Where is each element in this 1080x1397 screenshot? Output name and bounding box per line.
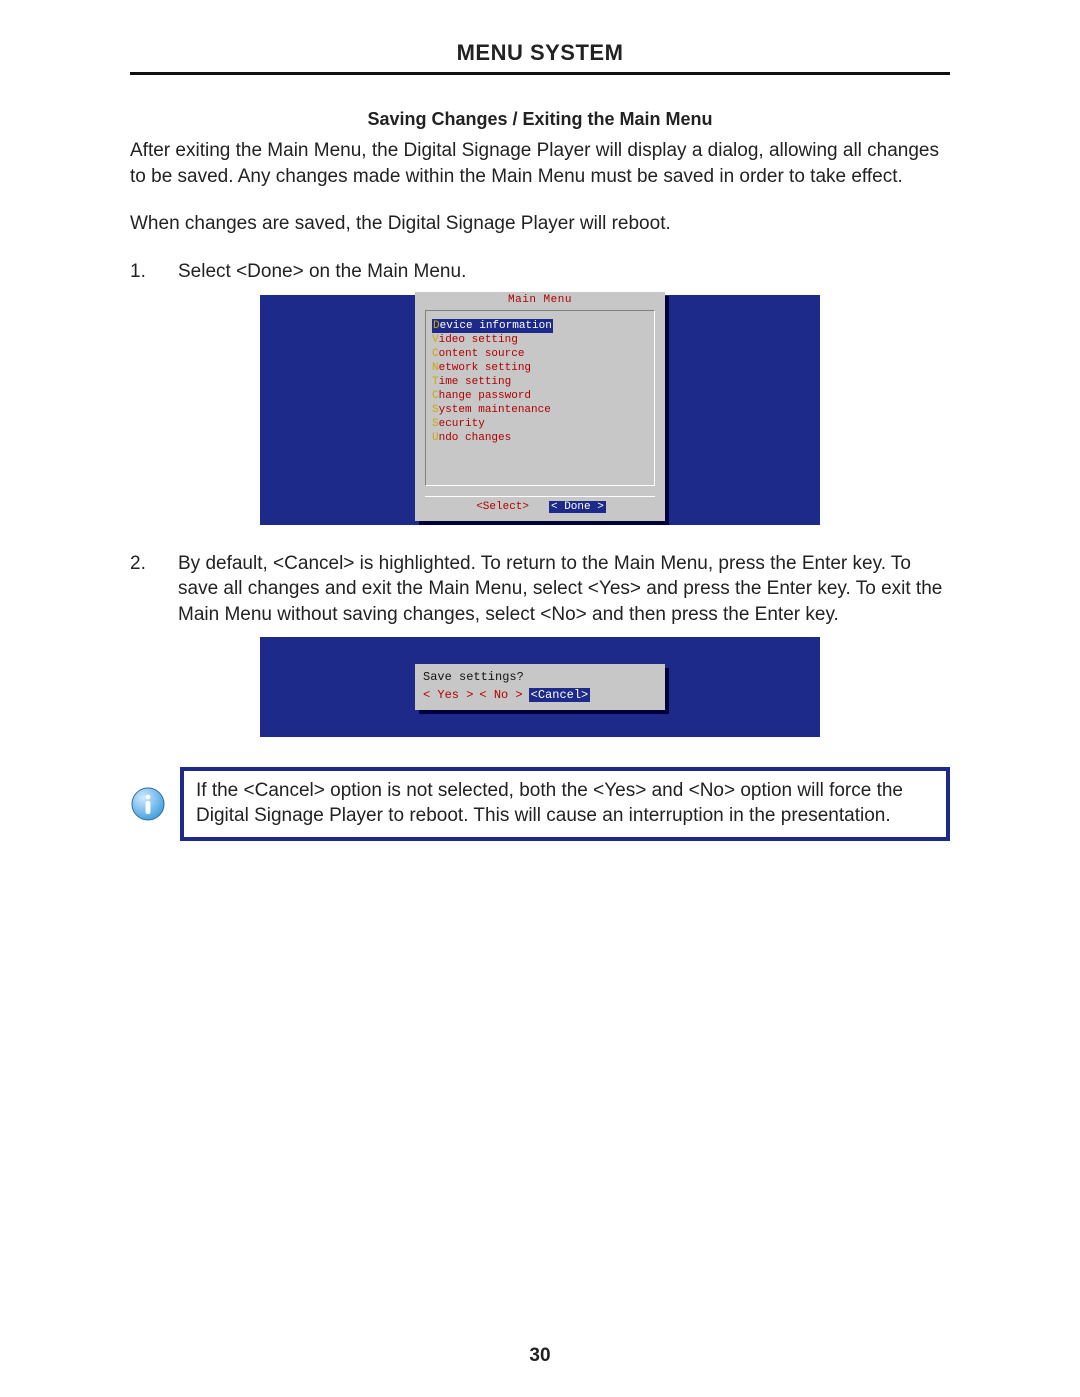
intro-paragraph-1: After exiting the Main Menu, the Digital… [130,138,950,189]
main-menu-list: Device information Video setting Content… [425,310,655,486]
cancel-button[interactable]: <Cancel> [529,688,591,702]
no-button[interactable]: < No > [479,688,522,702]
yes-button[interactable]: < Yes > [423,688,473,702]
step-2: 2. By default, <Cancel> is highlighted. … [130,551,950,628]
info-icon [130,786,166,822]
select-button[interactable]: <Select> [474,501,531,513]
document-page: MENU SYSTEM Saving Changes / Exiting the… [0,0,1080,1397]
info-callout: If the <Cancel> option is not selected, … [130,767,950,840]
done-button[interactable]: < Done > [549,501,606,513]
menu-item-undo-changes[interactable]: Undo changes [432,431,648,445]
menu-item-network-setting[interactable]: Network setting [432,361,648,375]
menu-item-device-information[interactable]: Device information [432,319,553,333]
intro-paragraph-2: When changes are saved, the Digital Sign… [130,211,950,237]
menu-item-video-setting[interactable]: Video setting [432,333,648,347]
step-2-number: 2. [130,551,154,628]
step-1-number: 1. [130,259,154,285]
menu-item-time-setting[interactable]: Time setting [432,375,648,389]
section-title: Saving Changes / Exiting the Main Menu [130,109,950,130]
save-dialog-screenshot: Save settings? < Yes > < No > <Cancel> [130,637,950,737]
menu-item-content-source[interactable]: Content source [432,347,648,361]
step-1-text: Select <Done> on the Main Menu. [178,259,466,285]
main-menu-title: Main Menu [415,292,665,308]
header-rule [130,72,950,75]
menu-item-system-maintenance[interactable]: System maintenance [432,403,648,417]
save-dialog-window: Save settings? < Yes > < No > <Cancel> [415,664,665,710]
page-number: 30 [0,1345,1080,1367]
page-header-title: MENU SYSTEM [130,40,950,72]
main-menu-window: Main Menu Device information Video setti… [415,292,665,521]
step-2-text: By default, <Cancel> is highlighted. To … [178,551,950,628]
save-question: Save settings? [423,670,657,684]
menu-item-security[interactable]: Security [432,417,648,431]
step-1: 1. Select <Done> on the Main Menu. [130,259,950,285]
info-callout-text: If the <Cancel> option is not selected, … [180,767,950,840]
main-menu-screenshot: Main Menu Device information Video setti… [130,295,950,525]
menu-item-change-password[interactable]: Change password [432,389,648,403]
